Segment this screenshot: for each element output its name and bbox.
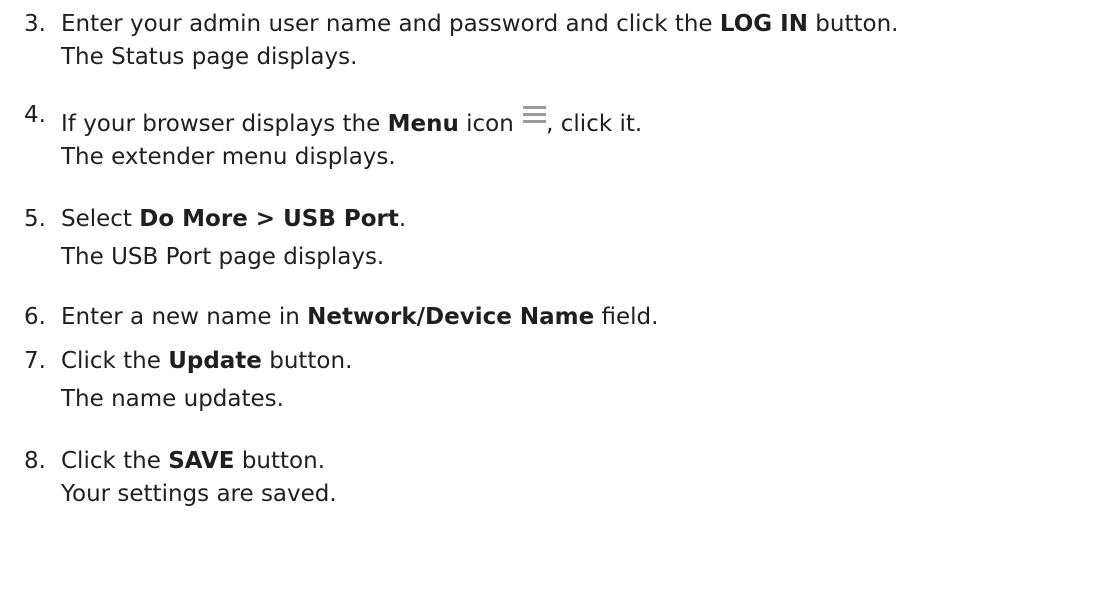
procedure-steps: 3. Enter your admin user name and passwo… [24,8,1104,511]
save-label: SAVE [168,448,235,474]
step-3: 3. Enter your admin user name and passwo… [24,8,1104,74]
step-6: 6. Enter a new name in Network/Device Na… [24,301,1104,334]
step-instruction: Enter a new name in Network/Device Name … [61,304,659,330]
step-instruction: Enter your admin user name and password … [61,11,899,37]
step-instruction: If your browser displays the Menu icon ,… [61,106,1104,141]
step-number: 7. [24,348,46,374]
menu-label: Menu [387,111,459,137]
step-instruction: Click the SAVE button. [61,448,325,474]
step-result: The USB Port page displays. [61,244,385,270]
step-number: 3. [24,11,46,37]
step-instruction: Select Do More > USB Port. [61,206,407,232]
log-in-label: LOG IN [719,11,808,37]
step-result: The Status page displays. [61,44,358,70]
step-4: 4. If your browser displays the Menu ico… [24,102,1104,174]
step-number: 6. [24,304,46,330]
step-result: The extender menu displays. [61,144,396,170]
step-instruction: Click the Update button. [61,348,353,374]
step-8: 8. Click the SAVE button. Your settings … [24,445,1104,511]
step-5: 5. Select Do More > USB Port. The USB Po… [24,203,1104,274]
update-label: Update [168,348,262,374]
hamburger-menu-icon [523,106,547,123]
usb-port-path-label: Do More > USB Port [139,206,399,232]
step-result: Your settings are saved. [61,481,337,507]
step-7: 7. Click the Update button. The name upd… [24,345,1104,416]
step-result: The name updates. [61,386,284,412]
step-number: 4. [24,102,46,128]
network-device-name-label: Network/Device Name [307,304,595,330]
step-number: 5. [24,206,46,232]
step-number: 8. [24,448,46,474]
